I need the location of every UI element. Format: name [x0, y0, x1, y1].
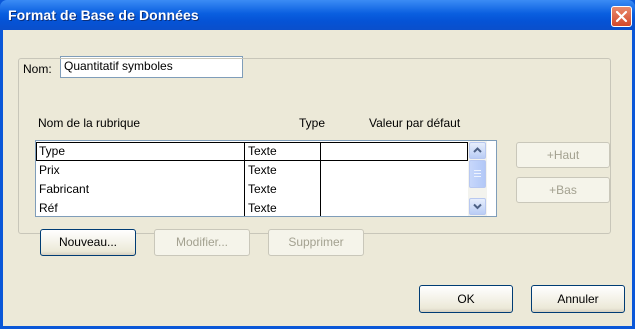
field-default: [320, 161, 468, 180]
list-item[interactable]: Fabricant Texte: [36, 180, 468, 199]
list-item[interactable]: Réf Texte: [36, 199, 468, 216]
field-name: Type: [39, 144, 66, 158]
move-down-button[interactable]: +Bas: [516, 177, 610, 203]
delete-button[interactable]: Supprimer: [268, 229, 364, 256]
close-button[interactable]: [611, 6, 632, 27]
window-title: Format de Base de Données: [8, 7, 199, 23]
field-type: Texte: [244, 142, 320, 161]
column-header-name: Nom de la rubrique: [38, 116, 141, 130]
move-up-button[interactable]: +Haut: [516, 142, 610, 168]
list-item[interactable]: Prix Texte: [36, 161, 468, 180]
ok-button[interactable]: OK: [419, 285, 513, 313]
field-default: [320, 199, 468, 216]
field-name: Prix: [39, 163, 60, 177]
field-default: [320, 142, 468, 161]
modify-button[interactable]: Modifier...: [154, 229, 250, 256]
chevron-up-icon: [473, 147, 482, 153]
column-header-default: Valeur par défaut: [369, 116, 461, 130]
title-bar[interactable]: Format de Base de Données: [0, 0, 635, 30]
column-header-type: Type: [299, 116, 326, 130]
cancel-button[interactable]: Annuler: [531, 285, 625, 313]
field-name: Réf: [39, 201, 58, 215]
scroll-thumb[interactable]: [469, 160, 486, 188]
fields-list[interactable]: Type Texte Prix Texte Fabricant Texte Ré…: [35, 140, 497, 217]
scroll-up-button[interactable]: [469, 142, 486, 159]
field-type: Texte: [244, 199, 320, 216]
field-name: Fabricant: [39, 182, 90, 196]
new-button[interactable]: Nouveau...: [40, 229, 136, 256]
grip-icon: [474, 170, 481, 177]
field-default: [320, 180, 468, 199]
list-scrollbar[interactable]: [468, 141, 487, 216]
field-type: Texte: [244, 180, 320, 199]
scroll-down-button[interactable]: [469, 198, 486, 215]
field-type: Texte: [244, 161, 320, 180]
list-item[interactable]: Type Texte: [36, 142, 468, 161]
close-icon: [615, 10, 628, 23]
chevron-down-icon: [473, 203, 482, 210]
